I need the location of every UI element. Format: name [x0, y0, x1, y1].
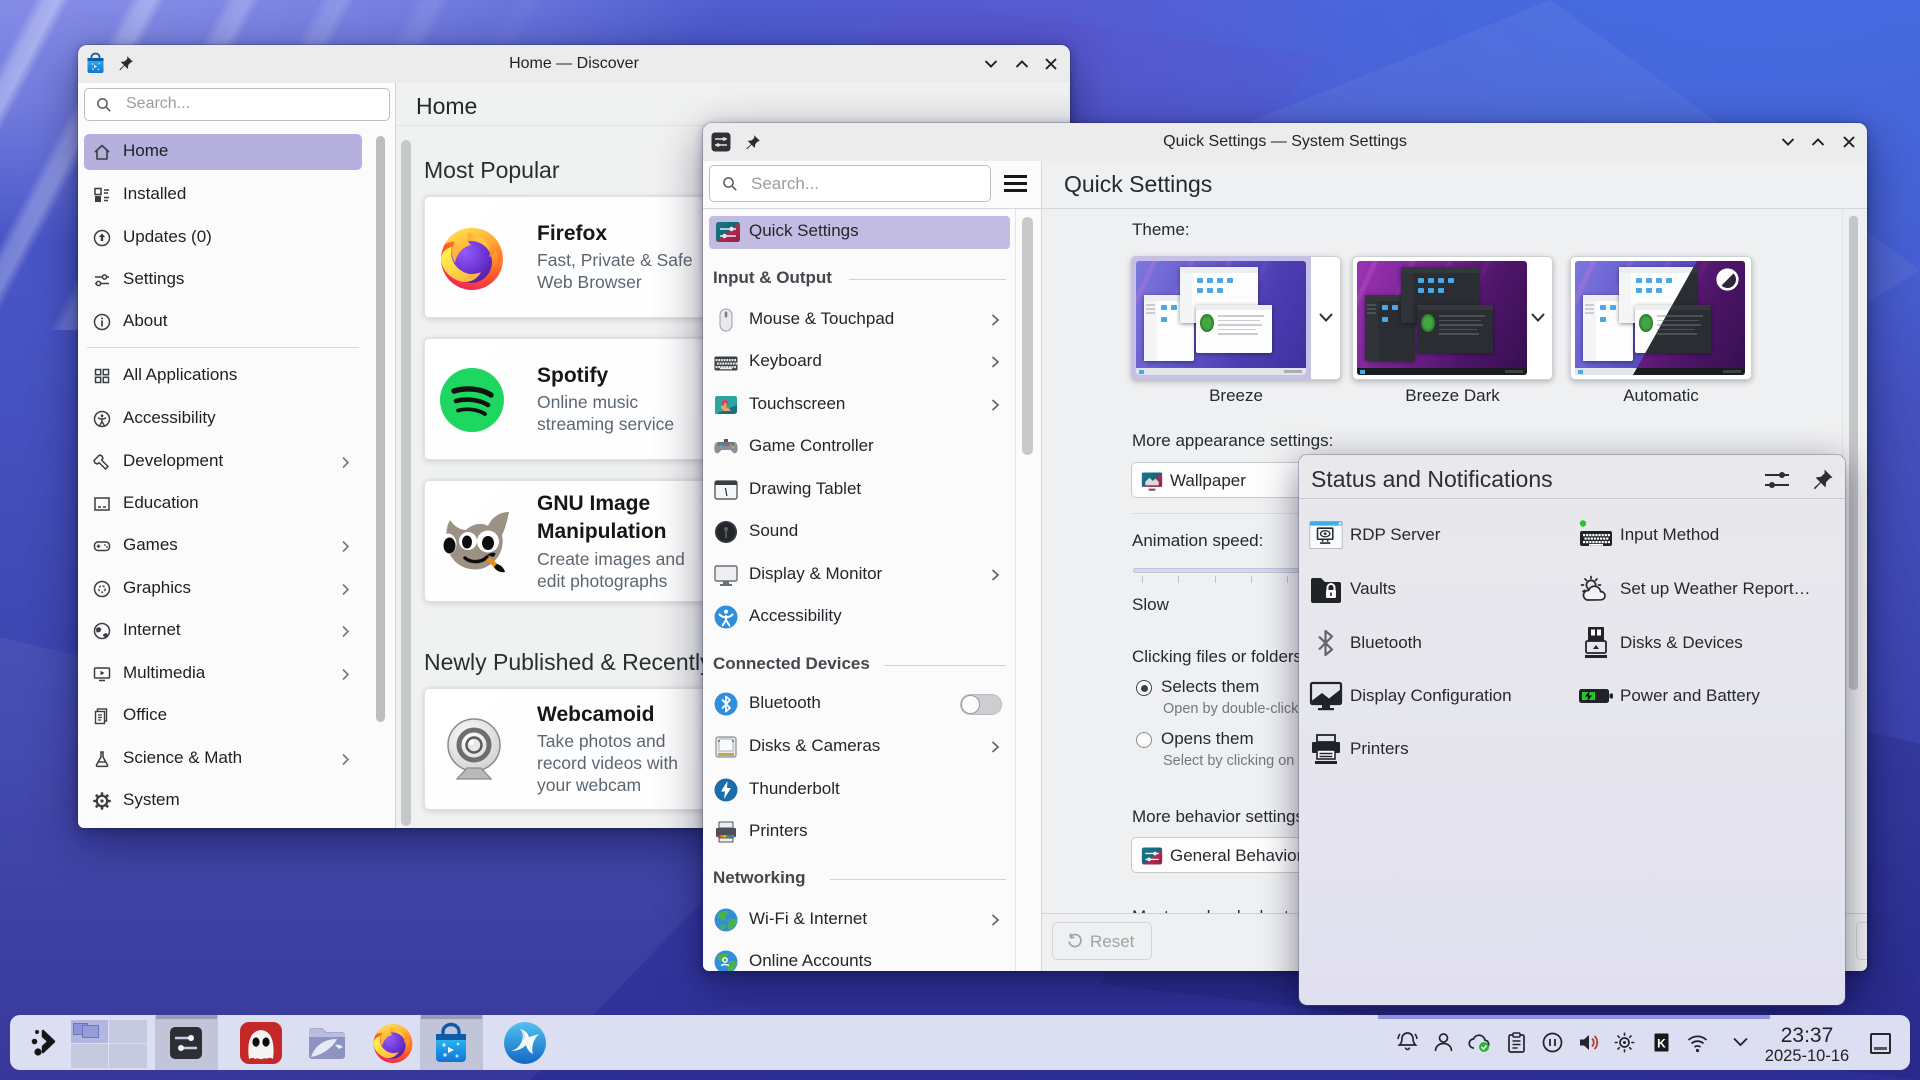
svg-text:K: K: [1657, 1037, 1666, 1051]
